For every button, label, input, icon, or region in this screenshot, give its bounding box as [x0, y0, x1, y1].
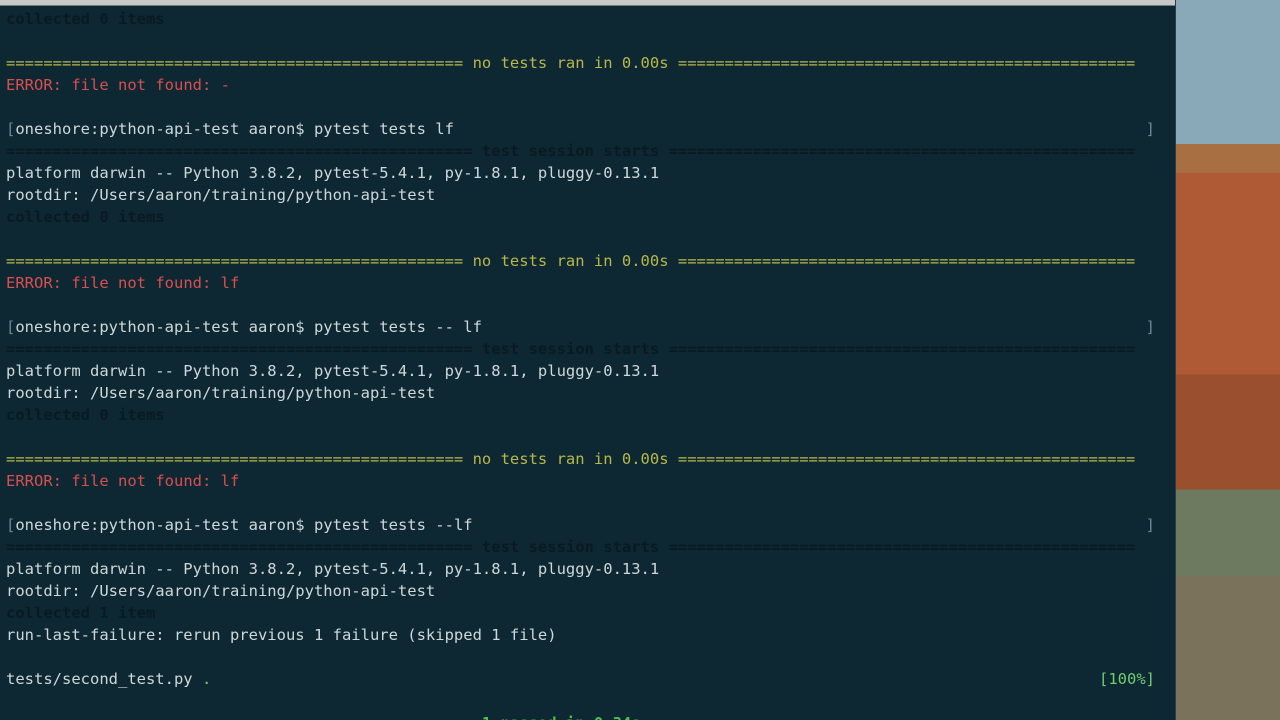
- blank-line: [6, 492, 1169, 514]
- rootdir-line: rootdir: /Users/aaron/training/python-ap…: [6, 580, 1169, 602]
- separator-no-tests: ========================================…: [6, 250, 1169, 272]
- separator-no-tests: ========================================…: [6, 52, 1169, 74]
- separator-no-tests: ========================================…: [6, 448, 1169, 470]
- command-text: pytest tests --lf: [314, 516, 473, 534]
- rootdir-line: rootdir: /Users/aaron/training/python-ap…: [6, 184, 1169, 206]
- blank-line: [6, 30, 1169, 52]
- platform-line: platform darwin -- Python 3.8.2, pytest-…: [6, 162, 1169, 184]
- test-result-line: tests/second_test.py . [100%]: [6, 668, 1169, 690]
- error-msg: file not found: -: [62, 76, 230, 94]
- collected-line: collected 0 items: [6, 404, 1169, 426]
- prompt-bracket: [: [6, 318, 15, 336]
- prompt-host: oneshore:python-api-test aaron$: [15, 516, 314, 534]
- prompt-bracket: ]: [1146, 514, 1169, 536]
- separator-session: ========================================…: [6, 536, 1169, 558]
- blank-line: [6, 228, 1169, 250]
- error-msg: file not found: lf: [62, 274, 239, 292]
- blank-line: [6, 294, 1169, 316]
- prompt-line[interactable]: [oneshore:python-api-test aaron$ pytest …: [6, 118, 1169, 140]
- rootdir-line: rootdir: /Users/aaron/training/python-ap…: [6, 382, 1169, 404]
- terminal-window[interactable]: collected 0 items ======================…: [0, 0, 1176, 720]
- separator-session: ========================================…: [6, 338, 1169, 360]
- prompt-bracket: ]: [1146, 316, 1169, 338]
- separator-session: ========================================…: [6, 140, 1169, 162]
- blank-line: [6, 690, 1169, 712]
- run-last-failure-line: run-last-failure: rerun previous 1 failu…: [6, 624, 1169, 646]
- window-title-bar[interactable]: [0, 0, 1175, 6]
- command-text: pytest tests -- lf: [314, 318, 482, 336]
- platform-line: platform darwin -- Python 3.8.2, pytest-…: [6, 558, 1169, 580]
- pass-dot-icon: .: [202, 670, 211, 688]
- prompt-line[interactable]: [oneshore:python-api-test aaron$ pytest …: [6, 316, 1169, 338]
- error-line: ERROR: file not found: lf: [6, 470, 1169, 492]
- prompt-bracket: [: [6, 516, 15, 534]
- prompt-host: oneshore:python-api-test aaron$: [15, 318, 314, 336]
- error-line: ERROR: file not found: -: [6, 74, 1169, 96]
- platform-line: platform darwin -- Python 3.8.2, pytest-…: [6, 360, 1169, 382]
- blank-line: [6, 96, 1169, 118]
- blank-line: [6, 646, 1169, 668]
- prompt-bracket: ]: [1146, 118, 1169, 140]
- prompt-line[interactable]: [oneshore:python-api-test aaron$ pytest …: [6, 514, 1169, 536]
- blank-line: [6, 426, 1169, 448]
- collected-line: collected 1 item: [6, 602, 1169, 624]
- command-text: pytest tests lf: [314, 120, 454, 138]
- error-label: ERROR:: [6, 274, 62, 292]
- progress-percent: [100%]: [1099, 668, 1169, 690]
- separator-passed: ========================================…: [6, 712, 1169, 720]
- error-msg: file not found: lf: [62, 472, 239, 490]
- collected-line: collected 0 items: [6, 206, 1169, 228]
- error-line: ERROR: file not found: lf: [6, 272, 1169, 294]
- test-file: tests/second_test.py: [6, 670, 202, 688]
- collected-line: collected 0 items: [6, 8, 1169, 30]
- error-label: ERROR:: [6, 472, 62, 490]
- prompt-host: oneshore:python-api-test aaron$: [15, 120, 314, 138]
- prompt-bracket: [: [6, 120, 15, 138]
- error-label: ERROR:: [6, 76, 62, 94]
